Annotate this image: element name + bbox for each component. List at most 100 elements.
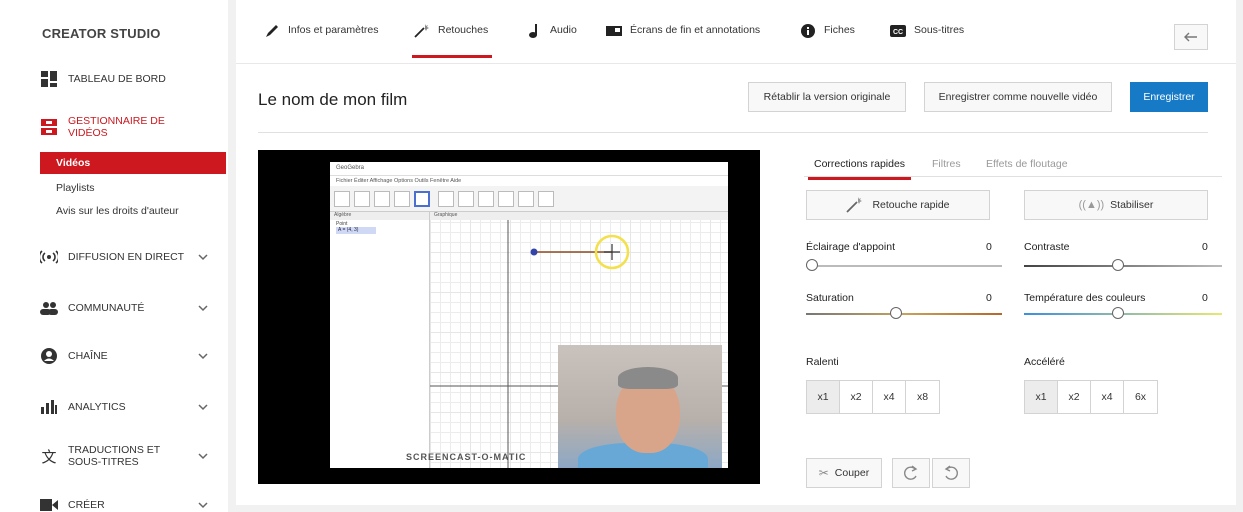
timelapse-x4[interactable]: x4: [1091, 381, 1124, 413]
nav-label: CHAÎNE: [68, 350, 108, 362]
nav-translations[interactable]: 文 TRADUCTIONS ET SOUS-TITRES: [0, 441, 228, 471]
stabilize-icon: ((▲)): [1078, 199, 1105, 211]
timelapse-x1[interactable]: x1: [1025, 381, 1058, 413]
tab-audio[interactable]: Audio: [526, 24, 577, 58]
save-as-new-button[interactable]: Enregistrer comme nouvelle vidéo: [924, 82, 1112, 112]
tool-icon: [414, 191, 430, 207]
trim-button[interactable]: ✂ Couper: [806, 458, 882, 488]
saturation-track[interactable]: [806, 313, 1002, 315]
rotate-left-icon: [944, 465, 958, 480]
quick-fix-label: Retouche rapide: [872, 199, 950, 211]
geogebra-menu: Fichier Éditer Affichage Options Outils …: [336, 178, 462, 184]
tool-icon: [478, 191, 494, 207]
chevron-down-icon[interactable]: [198, 451, 208, 461]
tab-quick-fixes[interactable]: Corrections rapides: [807, 158, 912, 180]
chevron-down-icon[interactable]: [198, 351, 208, 361]
trim-label: Couper: [834, 467, 870, 479]
subtitles-icon: CC: [890, 24, 906, 38]
chevron-down-icon[interactable]: [198, 500, 208, 510]
webcam-overlay: [558, 345, 722, 468]
timelapse-label: Accéléré: [1024, 356, 1065, 368]
watermark: SCREENCAST-O-MATIC: [406, 452, 527, 462]
saturation-slider[interactable]: [890, 307, 902, 319]
fill-light-track[interactable]: [806, 265, 1002, 267]
subnav-playlists[interactable]: Playlists: [56, 182, 95, 194]
svg-text:CC: CC: [893, 29, 903, 36]
nav-channel[interactable]: CHAÎNE: [0, 341, 228, 371]
nav-live[interactable]: DIFFUSION EN DIRECT: [0, 242, 228, 272]
divider: [258, 132, 1208, 133]
translate-icon: 文: [41, 448, 57, 466]
video-manager-icon: [40, 118, 58, 136]
fill-light-slider[interactable]: [806, 259, 818, 271]
slowmo-selector: x1 x2 x4 x8: [806, 380, 940, 414]
video-title: Le nom de mon film: [258, 90, 408, 109]
slowmo-label: Ralenti: [806, 356, 839, 368]
contrast-value: 0: [1202, 241, 1208, 253]
timelapse-x2[interactable]: x2: [1058, 381, 1091, 413]
tab-end-screens[interactable]: Écrans de fin et annotations: [606, 24, 760, 58]
nav-video-manager[interactable]: GESTIONNAIRE DE VIDÉOS: [0, 112, 228, 142]
person-hair: [618, 367, 678, 389]
timelapse-6x[interactable]: 6x: [1124, 381, 1157, 413]
brand-title[interactable]: CREATOR STUDIO: [42, 26, 161, 41]
save-button[interactable]: Enregistrer: [1130, 82, 1208, 112]
subnav-videos[interactable]: Vidéos: [40, 152, 226, 174]
nav-create[interactable]: CRÉER: [0, 490, 228, 512]
tab-enhancements[interactable]: Retouches: [411, 24, 493, 58]
rotate-left-button[interactable]: [932, 458, 970, 488]
back-button[interactable]: [1174, 24, 1208, 50]
contrast-slider[interactable]: [1112, 259, 1124, 271]
back-arrow-icon: [1184, 32, 1197, 42]
slowmo-x2[interactable]: x2: [840, 381, 873, 413]
rotate-right-button[interactable]: [892, 458, 930, 488]
nav-label: ANALYTICS: [68, 401, 126, 413]
tab-info-settings[interactable]: Infos et paramètres: [264, 24, 378, 58]
tool-icon: [394, 191, 410, 207]
tab-label: Écrans de fin et annotations: [630, 24, 761, 36]
tab-filters[interactable]: Filtres: [932, 158, 961, 170]
nav-label: DIFFUSION EN DIRECT: [68, 251, 185, 263]
tab-bar: Infos et paramètres Retouches Audio Écra…: [236, 0, 1236, 64]
tab-subtitles[interactable]: CC Sous-titres: [890, 24, 964, 58]
create-icon: [40, 496, 58, 512]
magic-wand-icon: [846, 197, 863, 213]
tab-cards[interactable]: Fiches: [800, 24, 855, 58]
quick-fix-button[interactable]: Retouche rapide: [806, 190, 990, 220]
slowmo-x1[interactable]: x1: [807, 381, 840, 413]
stabilize-button[interactable]: ((▲)) Stabiliser: [1024, 190, 1208, 220]
tool-icon: [334, 191, 350, 207]
nav-analytics[interactable]: ANALYTICS: [0, 392, 228, 422]
live-broadcast-icon: [40, 248, 58, 266]
sidebar: CREATOR STUDIO TABLEAU DE BORD GESTIONNA…: [0, 0, 228, 512]
dashboard-icon: [40, 70, 58, 88]
nav-community[interactable]: COMMUNAUTÉ: [0, 293, 228, 323]
fill-light-label: Éclairage d'appoint: [806, 241, 895, 253]
timelapse-selector: x1 x2 x4 6x: [1024, 380, 1158, 414]
magic-wand-icon: [414, 24, 430, 38]
info-icon: [800, 24, 816, 38]
tool-icon: [438, 191, 454, 207]
nav-dashboard[interactable]: TABLEAU DE BORD: [0, 64, 228, 94]
analytics-icon: [40, 398, 58, 416]
contrast-label: Contraste: [1024, 241, 1070, 253]
slowmo-x4[interactable]: x4: [873, 381, 906, 413]
chevron-down-icon[interactable]: [198, 402, 208, 412]
chevron-down-icon[interactable]: [198, 303, 208, 313]
video-preview[interactable]: GeoGebra Fichier Éditer Affichage Option…: [258, 150, 760, 484]
algebra-value: A = (4, 3): [336, 227, 376, 234]
tool-icon: [354, 191, 370, 207]
tab-blur-effects[interactable]: Effets de floutage: [986, 158, 1068, 170]
algebra-header: Algèbre: [330, 212, 429, 220]
restore-original-button[interactable]: Rétablir la version originale: [748, 82, 906, 112]
temperature-label: Température des couleurs: [1024, 292, 1146, 304]
slowmo-x8[interactable]: x8: [906, 381, 939, 413]
divider: [804, 176, 1222, 177]
subnav-copyright[interactable]: Avis sur les droits d'auteur: [56, 205, 179, 217]
rotate-right-icon: [904, 465, 918, 480]
chevron-down-icon[interactable]: [198, 252, 208, 262]
nav-label: CRÉER: [68, 499, 105, 511]
temperature-slider[interactable]: [1112, 307, 1124, 319]
geogebra-title: GeoGebra: [330, 162, 728, 176]
tab-label: Sous-titres: [914, 24, 965, 36]
